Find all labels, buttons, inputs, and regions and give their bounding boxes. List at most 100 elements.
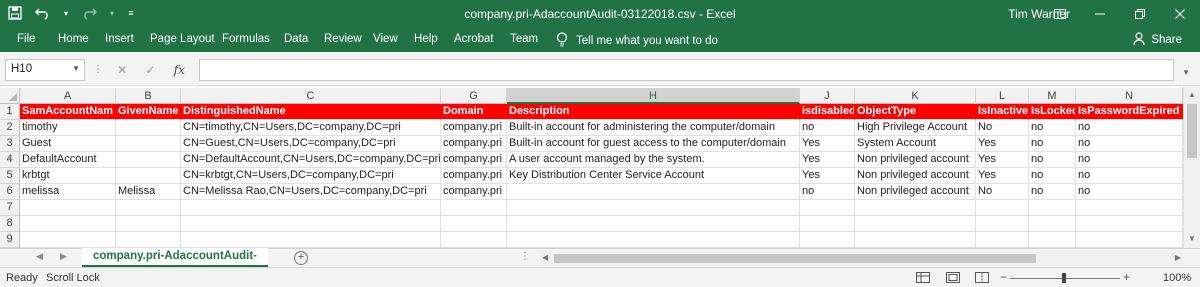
tab-team[interactable]: Team: [510, 33, 538, 45]
cell-n2[interactable]: no: [1076, 120, 1183, 136]
cell-h5[interactable]: Key Distribution Center Service Account: [507, 168, 800, 184]
column-header-c[interactable]: C: [181, 88, 441, 104]
header-cell-c[interactable]: DistinguishedName: [181, 104, 441, 120]
cell-n3[interactable]: no: [1076, 136, 1183, 152]
cell-n6[interactable]: no: [1076, 184, 1183, 200]
next-sheet-icon[interactable]: ▶: [60, 251, 67, 262]
tab-insert[interactable]: Insert: [105, 33, 134, 45]
cell-h6[interactable]: [507, 184, 800, 200]
cell-n9[interactable]: [1076, 232, 1183, 248]
column-header-j[interactable]: J: [800, 88, 855, 104]
normal-view-icon[interactable]: [916, 272, 930, 286]
restore-icon[interactable]: [1120, 0, 1160, 28]
cell-a5[interactable]: krbtgt: [20, 168, 116, 184]
cell-c3[interactable]: CN=Guest,CN=Users,DC=company,DC=pri: [181, 136, 441, 152]
enter-icon[interactable]: ✓: [145, 63, 155, 77]
cell-j9[interactable]: [800, 232, 855, 248]
cell-c8[interactable]: [181, 216, 441, 232]
cell-g3[interactable]: company.pri: [441, 136, 507, 152]
column-header-m[interactable]: M: [1029, 88, 1076, 104]
expand-formula-bar-icon[interactable]: ▼: [1182, 68, 1190, 77]
cell-k3[interactable]: System Account: [855, 136, 976, 152]
cell-n4[interactable]: no: [1076, 152, 1183, 168]
cell-b7[interactable]: [116, 200, 181, 216]
cell-g6[interactable]: company.pri: [441, 184, 507, 200]
drag-handle-icon[interactable]: ⋮: [93, 64, 104, 75]
cell-h3[interactable]: Built-in account for guest access to the…: [507, 136, 800, 152]
cell-m3[interactable]: no: [1029, 136, 1076, 152]
cell-k5[interactable]: Non privileged account: [855, 168, 976, 184]
header-cell-l[interactable]: IsInactive: [976, 104, 1029, 120]
cell-m9[interactable]: [1029, 232, 1076, 248]
cell-m6[interactable]: no: [1029, 184, 1076, 200]
name-box[interactable]: H10 ▼: [5, 59, 85, 81]
tab-formulas[interactable]: Formulas: [222, 33, 270, 45]
header-cell-a[interactable]: SamAccountNam: [20, 104, 116, 120]
scroll-down-icon[interactable]: ▼: [1188, 234, 1196, 243]
row-header-8[interactable]: 8: [0, 216, 20, 232]
cell-j8[interactable]: [800, 216, 855, 232]
cell-a3[interactable]: Guest: [20, 136, 116, 152]
cell-l2[interactable]: No: [976, 120, 1029, 136]
zoom-level[interactable]: 100%: [1163, 272, 1191, 284]
cell-h7[interactable]: [507, 200, 800, 216]
sheet-tab[interactable]: company.pri-AdaccountAudit-0312: [82, 248, 268, 279]
column-header-h[interactable]: H: [507, 88, 800, 104]
select-all-corner[interactable]: [0, 88, 20, 104]
cell-j6[interactable]: no: [800, 184, 855, 200]
header-cell-g[interactable]: Domain: [441, 104, 507, 120]
row-header-5[interactable]: 5: [0, 168, 20, 184]
tab-help[interactable]: Help: [414, 33, 438, 45]
column-header-g[interactable]: G: [441, 88, 507, 104]
minimize-icon[interactable]: [1080, 0, 1120, 28]
tab-home[interactable]: Home: [58, 33, 89, 45]
add-sheet-icon[interactable]: +: [294, 251, 308, 265]
scroll-right-icon[interactable]: ▶: [1175, 253, 1181, 262]
tab-acrobat[interactable]: Acrobat: [454, 33, 494, 45]
cell-a2[interactable]: timothy: [20, 120, 116, 136]
cell-n5[interactable]: no: [1076, 168, 1183, 184]
cell-k8[interactable]: [855, 216, 976, 232]
page-break-view-icon[interactable]: [975, 272, 989, 286]
cell-j7[interactable]: [800, 200, 855, 216]
row-header-3[interactable]: 3: [0, 136, 20, 152]
tell-me-box[interactable]: Tell me what you want to do: [556, 32, 718, 50]
cell-g9[interactable]: [441, 232, 507, 248]
tab-data[interactable]: Data: [284, 33, 308, 45]
cell-b8[interactable]: [116, 216, 181, 232]
zoom-out-icon[interactable]: −: [1000, 270, 1007, 284]
row-header-2[interactable]: 2: [0, 120, 20, 136]
cell-c9[interactable]: [181, 232, 441, 248]
header-cell-h[interactable]: Description: [507, 104, 800, 120]
row-header-7[interactable]: 7: [0, 200, 20, 216]
cell-g7[interactable]: [441, 200, 507, 216]
cell-m5[interactable]: no: [1029, 168, 1076, 184]
column-header-l[interactable]: L: [976, 88, 1029, 104]
column-header-k[interactable]: K: [855, 88, 976, 104]
cell-h4[interactable]: A user account managed by the system.: [507, 152, 800, 168]
cell-k4[interactable]: Non privileged account: [855, 152, 976, 168]
worksheet-grid[interactable]: A B C G H J K L M N 1 SamAccountNam GivenN…: [0, 86, 1200, 248]
prev-sheet-icon[interactable]: ◀: [36, 251, 43, 262]
cell-h9[interactable]: [507, 232, 800, 248]
cell-n8[interactable]: [1076, 216, 1183, 232]
cell-m7[interactable]: [1029, 200, 1076, 216]
cell-k2[interactable]: High Privilege Account: [855, 120, 976, 136]
cell-m8[interactable]: [1029, 216, 1076, 232]
tab-page-layout[interactable]: Page Layout: [150, 33, 215, 45]
chevron-down-icon[interactable]: ▼: [72, 64, 80, 73]
cell-g4[interactable]: company.pri: [441, 152, 507, 168]
cancel-icon[interactable]: ✕: [117, 63, 127, 77]
cell-c7[interactable]: [181, 200, 441, 216]
vertical-scrollbar[interactable]: ▲ ▼: [1183, 86, 1200, 248]
cell-a6[interactable]: melissa: [20, 184, 116, 200]
cell-b9[interactable]: [116, 232, 181, 248]
cell-j4[interactable]: Yes: [800, 152, 855, 168]
cell-l9[interactable]: [976, 232, 1029, 248]
cell-j3[interactable]: Yes: [800, 136, 855, 152]
header-cell-k[interactable]: ObjectType: [855, 104, 976, 120]
cell-h2[interactable]: Built-in account for administering the c…: [507, 120, 800, 136]
column-header-b[interactable]: B: [116, 88, 181, 104]
cell-a7[interactable]: [20, 200, 116, 216]
cell-a4[interactable]: DefaultAccount: [20, 152, 116, 168]
